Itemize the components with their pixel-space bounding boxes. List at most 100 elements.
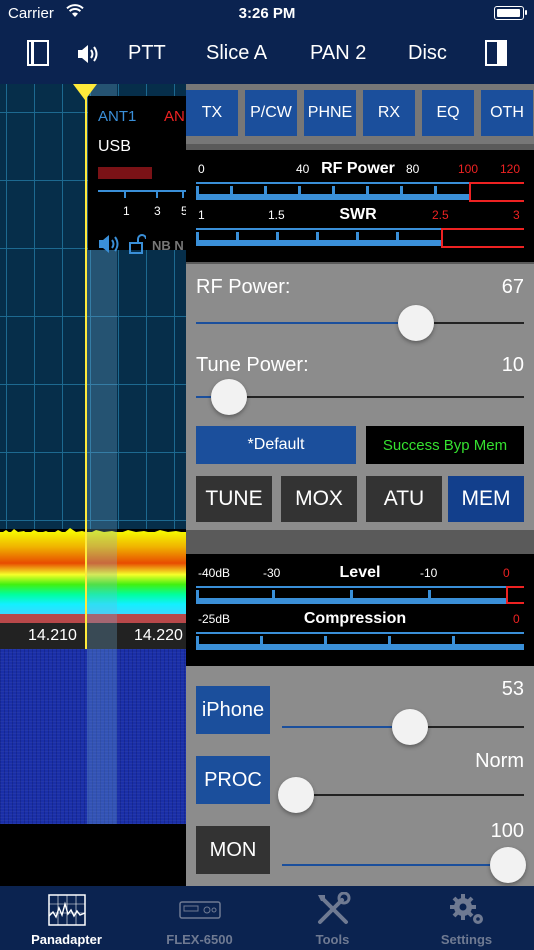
mon-button[interactable]: MON xyxy=(196,826,270,874)
rf-scale-label: 120 xyxy=(500,162,521,176)
rf-power-slider-knob[interactable] xyxy=(397,305,434,341)
tab-settings[interactable]: Settings xyxy=(400,886,533,950)
tab-other[interactable]: OTH xyxy=(481,90,533,136)
panadapter-icon xyxy=(48,894,86,926)
mic-level-slider-knob[interactable] xyxy=(392,709,429,745)
rf-power-swr-meter: 0 40 RF Power 80 100 120 1 1.5 SWR 2.5 3 xyxy=(186,150,534,262)
level-meter-tick xyxy=(196,590,199,600)
atu-status-label: Success Byp Mem xyxy=(366,426,524,464)
level-meter-red-zone xyxy=(506,588,524,604)
rx-antenna-label[interactable]: ANT1 xyxy=(98,108,136,125)
clock: 3:26 PM xyxy=(238,5,296,22)
tune-power-slider-knob[interactable] xyxy=(210,379,247,415)
rf-power-slider[interactable] xyxy=(196,322,524,324)
compression-meter-tick xyxy=(452,636,455,646)
swr-scale-label: 3 xyxy=(513,208,520,222)
level-meter-tick xyxy=(272,590,275,600)
mem-button[interactable]: MEM xyxy=(448,476,524,522)
rf-meter-tick xyxy=(264,186,267,196)
s-meter-number: 1 xyxy=(123,204,130,218)
pan-button[interactable]: PAN 2 xyxy=(310,42,366,65)
ptt-button[interactable]: PTT xyxy=(128,42,166,65)
level-scale-label: 0 xyxy=(503,566,510,580)
rf-meter-tick xyxy=(298,186,301,196)
compression-meter-tick xyxy=(260,636,263,646)
bottom-tab-bar: Panadapter FLEX-6500 Tools Settings xyxy=(0,886,534,950)
tx-profile-button[interactable]: *Default xyxy=(196,426,356,464)
tab-tools-label: Tools xyxy=(315,932,350,947)
rf-scale-label: 40 xyxy=(296,162,310,176)
s-meter-tick xyxy=(156,192,158,198)
tab-pcw[interactable]: P/CW xyxy=(245,90,297,136)
slice-tune-line[interactable] xyxy=(85,84,87,649)
freq-label-right: 14.220 xyxy=(134,627,183,644)
swr-scale-label: 1.5 xyxy=(268,208,285,222)
swr-meter-tick xyxy=(236,232,239,242)
disconnect-button[interactable]: Disc xyxy=(408,42,447,65)
rf-power-value: 67 xyxy=(501,276,524,298)
nb-nr-label[interactable]: NB N xyxy=(152,238,184,253)
proc-value: Norm xyxy=(475,750,524,772)
tools-icon xyxy=(318,892,351,924)
level-scale-label: -30 xyxy=(263,566,281,580)
transmit-tabs: TX P/CW PHNE RX EQ OTH xyxy=(186,84,534,144)
status-bar: Carrier 3:26 PM xyxy=(0,0,534,28)
swr-scale-label: 1 xyxy=(198,208,205,222)
tab-tx[interactable]: TX xyxy=(186,90,238,136)
swr-meter-title: SWR xyxy=(339,206,377,223)
tab-rx[interactable]: RX xyxy=(363,90,415,136)
level-meter-tick xyxy=(350,590,353,600)
tab-eq[interactable]: EQ xyxy=(422,90,474,136)
tab-panadapter[interactable]: Panadapter xyxy=(0,886,133,950)
mic-level-slider-fill xyxy=(282,726,411,728)
s-meter-tick xyxy=(124,192,126,198)
mox-button[interactable]: MOX xyxy=(281,476,357,522)
left-panel-toggle-icon[interactable] xyxy=(27,40,49,66)
panadapter[interactable]: 14.210 14.220 ANT1 AN USB 1 3 5 NB N xyxy=(0,84,186,886)
tx-antenna-label[interactable]: AN xyxy=(164,108,185,125)
rf-scale-label: 80 xyxy=(406,162,420,176)
proc-button[interactable]: PROC xyxy=(196,756,270,804)
top-toolbar: PTT Slice A PAN 2 Disc xyxy=(0,28,534,84)
mic-source-button[interactable]: iPhone xyxy=(196,686,270,734)
proc-slider[interactable] xyxy=(282,794,524,796)
rf-meter-tick xyxy=(230,186,233,196)
proc-slider-knob[interactable] xyxy=(278,777,314,813)
compression-meter-tick xyxy=(324,636,327,646)
tx-controls: RF Power: 67 Tune Power: 10 *Default Suc… xyxy=(186,264,534,530)
compression-meter-title: Compression xyxy=(303,610,407,627)
rf-meter-tick xyxy=(434,186,437,196)
mode-label[interactable]: USB xyxy=(98,138,131,156)
rf-meter-tick xyxy=(332,186,335,196)
right-panel-toggle-icon[interactable] xyxy=(485,40,507,66)
rf-scale-label: 100 xyxy=(458,162,479,176)
s-meter-number: 3 xyxy=(154,204,161,218)
swr-meter-tick xyxy=(356,232,359,242)
mic-level-value: 53 xyxy=(501,678,524,700)
mon-slider[interactable] xyxy=(282,864,524,866)
rf-meter-tick xyxy=(196,186,199,196)
mon-value: 100 xyxy=(490,820,524,842)
rf-meter-tick xyxy=(400,186,403,196)
mic-controls: 53 iPhone Norm PROC 100 MON xyxy=(186,666,534,886)
compression-scale-label: 0 xyxy=(513,612,520,626)
level-meter-tick xyxy=(428,590,431,600)
tab-tools[interactable]: Tools xyxy=(266,886,399,950)
swr-meter-tick xyxy=(396,232,399,242)
level-meter-line xyxy=(196,586,506,588)
speaker-icon[interactable] xyxy=(76,43,100,65)
compression-scale-label: -25dB xyxy=(198,612,231,626)
tune-button[interactable]: TUNE xyxy=(196,476,272,522)
tab-radio[interactable]: FLEX-6500 xyxy=(133,886,266,950)
mon-slider-knob[interactable] xyxy=(490,847,526,883)
tab-phone[interactable]: PHNE xyxy=(304,90,356,136)
unlock-icon[interactable] xyxy=(128,234,146,254)
transmit-panel: TX P/CW PHNE RX EQ OTH 0 40 RF Power 80 … xyxy=(186,84,534,886)
tab-radio-label: FLEX-6500 xyxy=(166,932,233,947)
slice-audio-icon[interactable] xyxy=(98,234,122,254)
swr-meter-red-zone xyxy=(441,230,524,248)
slice-button[interactable]: Slice A xyxy=(206,42,267,65)
atu-button[interactable]: ATU xyxy=(366,476,442,522)
slice-flag[interactable]: ANT1 AN USB 1 3 5 NB N xyxy=(88,96,186,254)
rf-meter-red-zone xyxy=(469,184,524,202)
